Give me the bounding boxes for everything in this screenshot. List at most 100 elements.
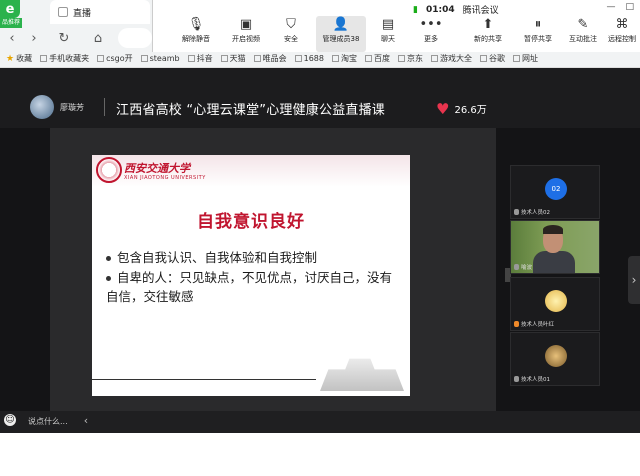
star-icon: ★ bbox=[6, 53, 15, 64]
slide-bullet: 自卑的人：只见缺点，不见优点，讨厌自己，没有自信，交往敏感 bbox=[106, 270, 393, 304]
bookmark-item[interactable]: ★ 收藏 bbox=[6, 53, 32, 64]
page-icon bbox=[430, 55, 438, 62]
bookmark-item[interactable]: csgo开 bbox=[97, 53, 133, 64]
participant-tile[interactable]: 技术人员01 bbox=[510, 332, 600, 386]
like-counter[interactable]: ♥ 26.6万 bbox=[436, 101, 487, 116]
participant-label: 技术人员叶红 bbox=[514, 320, 554, 328]
maximize-icon[interactable]: □ bbox=[625, 2, 634, 12]
pause-share-button[interactable]: ⏸ 暂停共享 bbox=[513, 16, 563, 52]
bookmark-item[interactable]: 天猫 bbox=[220, 53, 246, 64]
mic-icon bbox=[514, 209, 519, 215]
university-name-en: XIAN JIAOTONG UNIVERSITY bbox=[124, 175, 206, 181]
new-share-button[interactable]: ⬆ 新的共享 bbox=[463, 16, 513, 52]
browser-tab[interactable]: 直播 bbox=[50, 0, 150, 24]
slide-bullet: 包含自我认识、自我体验和自我控制 bbox=[106, 248, 317, 267]
page-icon bbox=[479, 55, 487, 62]
security-button[interactable]: ⛉ 安全 bbox=[271, 16, 311, 52]
bookmark-item[interactable]: 游戏大全 bbox=[430, 53, 472, 64]
forward-icon[interactable]: › bbox=[26, 30, 42, 46]
chat-input[interactable]: 说点什么... bbox=[28, 416, 68, 427]
slide-heading: 自我意识良好 bbox=[197, 212, 305, 232]
page-icon bbox=[140, 55, 148, 62]
minimize-icon[interactable]: — bbox=[606, 2, 615, 12]
page-below bbox=[0, 433, 640, 476]
share-icon: ⬆ bbox=[482, 16, 494, 32]
bookmark-item[interactable]: 1688 bbox=[294, 54, 324, 63]
participant-avatar: 02 bbox=[545, 178, 567, 200]
screen: e 品推荐 直播 ‹ › ↻ ⌂ ★ 收藏 手机收藏夹 csgo开 steamb … bbox=[0, 0, 640, 476]
meeting-time: 01:04 bbox=[425, 4, 455, 15]
anchor-name[interactable]: 廖璇芳 bbox=[60, 102, 84, 113]
bookmark-item[interactable]: 谷歌 bbox=[479, 53, 505, 64]
page-icon bbox=[331, 55, 339, 62]
presentation-slide: 西安交通大学 XIAN JIAOTONG UNIVERSITY 自我意识良好 包… bbox=[92, 155, 410, 396]
bookmark-item[interactable]: 网址 bbox=[512, 53, 538, 64]
page-icon bbox=[294, 55, 302, 62]
start-video-button[interactable]: ▣ 开启视频 bbox=[221, 16, 271, 52]
chat-icon: ▤ bbox=[381, 16, 395, 32]
person-body bbox=[533, 251, 575, 273]
more-button[interactable]: ••• 更多 bbox=[411, 16, 451, 52]
tab-title: 直播 bbox=[73, 8, 92, 19]
annotate-button[interactable]: ✎ 互动批注 bbox=[558, 16, 608, 52]
reload-icon[interactable]: ↻ bbox=[56, 30, 72, 46]
bookmark-item[interactable]: 淘宝 bbox=[331, 53, 357, 64]
participant-label: 技术人员02 bbox=[514, 208, 550, 216]
members-icon: 👤 bbox=[332, 16, 350, 32]
meeting-app-name: 腾讯会议 bbox=[462, 6, 499, 16]
chat-bar bbox=[0, 411, 640, 433]
manage-members-button[interactable]: 👤 管理成员38 bbox=[316, 16, 366, 52]
mic-icon bbox=[514, 376, 519, 382]
page-icon bbox=[364, 55, 372, 62]
university-seal-icon bbox=[96, 157, 122, 183]
remote-icon: ⌘ bbox=[615, 16, 629, 32]
back-icon[interactable]: ‹ bbox=[4, 30, 20, 46]
slide-footer-line bbox=[92, 379, 316, 380]
home-icon[interactable]: ⌂ bbox=[90, 30, 106, 46]
shield-icon: ⛉ bbox=[286, 16, 296, 32]
unmute-button[interactable]: 🎙 解除静音 bbox=[171, 16, 221, 52]
participant-tile[interactable]: 喻波 bbox=[510, 220, 600, 274]
chat-button[interactable]: ▤ 聊天 bbox=[368, 16, 408, 52]
participant-label: 喻波 bbox=[514, 263, 532, 271]
bookmark-item[interactable]: steamb bbox=[140, 54, 180, 63]
tab-favicon-icon bbox=[58, 7, 68, 17]
live-title: 江西省高校 “心理云课堂”心理健康公益直播课 bbox=[116, 103, 386, 118]
page-icon bbox=[253, 55, 261, 62]
bullet-icon bbox=[106, 256, 111, 261]
page-icon bbox=[97, 55, 105, 62]
member-count: 38 bbox=[350, 35, 360, 43]
more-icon: ••• bbox=[419, 16, 443, 32]
meeting-status: ▮ 01:04 腾讯会议 bbox=[413, 3, 499, 17]
participant-label: 技术人员01 bbox=[514, 375, 550, 383]
emoji-icon[interactable]: ☺ bbox=[4, 414, 16, 426]
divider bbox=[104, 98, 105, 116]
chevron-left-icon[interactable]: ‹ bbox=[78, 412, 94, 428]
page-icon bbox=[397, 55, 405, 62]
bookmark-item[interactable]: 手机收藏夹 bbox=[40, 53, 89, 64]
meeting-toolbar: ▮ 01:04 腾讯会议 — □ 🎙 解除静音 ▣ 开启视频 ⛉ 安全 👤 管理… bbox=[152, 0, 640, 52]
next-arrow-icon[interactable]: › bbox=[628, 256, 640, 304]
building-illustration bbox=[320, 358, 404, 391]
university-name: 西安交通大学 bbox=[124, 162, 190, 175]
heart-icon[interactable]: ♥ bbox=[436, 101, 449, 116]
signal-icon: ▮ bbox=[413, 4, 418, 15]
bookmark-item[interactable]: 百度 bbox=[364, 53, 390, 64]
camera-off-icon: ▣ bbox=[239, 16, 253, 32]
folder-icon bbox=[40, 55, 48, 62]
participant-tile[interactable]: 02 技术人员02 bbox=[510, 165, 600, 219]
avatar[interactable] bbox=[30, 95, 54, 119]
participant-tile[interactable]: 技术人员叶红 bbox=[510, 277, 600, 331]
page-icon bbox=[187, 55, 195, 62]
mic-off-icon: 🎙 bbox=[187, 16, 205, 32]
page-icon bbox=[220, 55, 228, 62]
address-bar[interactable] bbox=[118, 28, 152, 48]
participant-avatar bbox=[545, 345, 567, 367]
page-icon bbox=[512, 55, 520, 62]
bookmark-item[interactable]: 唯品会 bbox=[253, 53, 287, 64]
remote-control-button[interactable]: ⌘ 远程控制 bbox=[603, 16, 640, 52]
bookmark-item[interactable]: 京东 bbox=[397, 53, 423, 64]
browser-logo-tag: 品推荐 bbox=[0, 18, 23, 28]
bookmark-item[interactable]: 抖音 bbox=[187, 53, 213, 64]
pause-icon: ⏸ bbox=[534, 16, 542, 32]
